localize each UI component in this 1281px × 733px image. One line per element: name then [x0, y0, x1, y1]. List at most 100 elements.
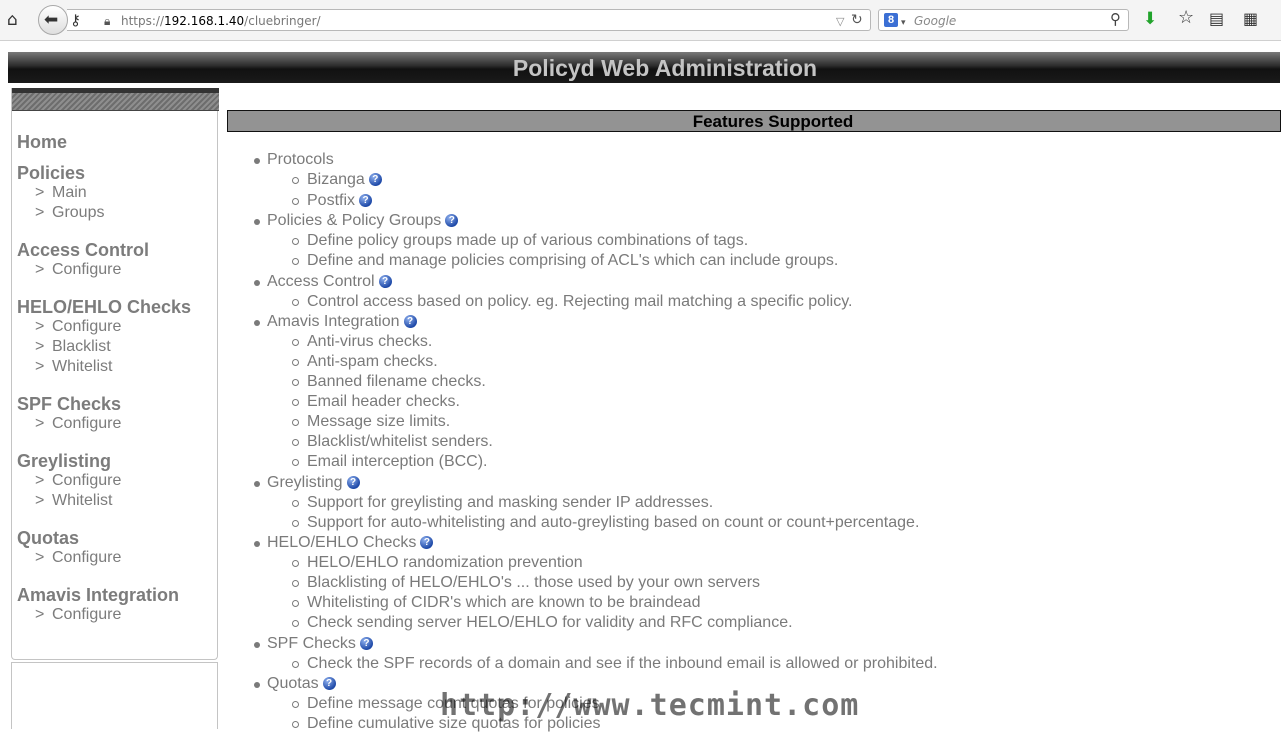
- bullet-dot: [254, 642, 260, 648]
- feature-item: HELO/EHLO randomization prevention: [307, 554, 583, 571]
- download-icon[interactable]: ⬇: [1143, 11, 1157, 28]
- bullet-dot: [254, 541, 260, 547]
- bullet-dot: [254, 682, 260, 688]
- feature-item: Postfix?: [307, 192, 373, 210]
- bullet-dot: [254, 219, 260, 225]
- features-title: Features Supported: [692, 112, 854, 131]
- feature-amavis: Amavis Integration?: [267, 313, 417, 331]
- bullet-circle: [292, 399, 299, 406]
- feature-item: Email interception (BCC).: [307, 453, 488, 470]
- nav-helo-whitelist[interactable]: > Whitelist: [35, 358, 112, 376]
- back-arrow-icon: ⬅: [44, 10, 59, 30]
- nav-quotas[interactable]: Quotas: [17, 528, 79, 549]
- nav-spf-configure[interactable]: > Configure: [35, 415, 121, 433]
- nav-policies-groups[interactable]: > Groups: [35, 204, 104, 222]
- feature-item: Banned filename checks.: [307, 373, 486, 390]
- help-icon[interactable]: ?: [378, 275, 392, 288]
- back-button[interactable]: ⬅: [38, 5, 68, 35]
- url-text[interactable]: https://192.168.1.40/cluebringer/: [121, 14, 321, 28]
- nav-amavis[interactable]: Amavis Integration: [17, 585, 179, 606]
- nav-policies[interactable]: Policies: [17, 163, 85, 184]
- feature-helo-checks: HELO/EHLO Checks?: [267, 534, 434, 552]
- feature-item: Define and manage policies comprising of…: [307, 252, 839, 269]
- feature-greylisting: Greylisting?: [267, 474, 360, 492]
- home-icon[interactable]: ⌂: [7, 12, 18, 29]
- help-icon[interactable]: ?: [346, 476, 360, 489]
- bullet-circle: [292, 177, 299, 184]
- bullet-circle: [292, 721, 299, 728]
- nav-amavis-configure[interactable]: > Configure: [35, 606, 121, 624]
- page-header: Policyd Web Administration: [8, 52, 1280, 83]
- reload-icon[interactable]: ↻: [851, 12, 863, 28]
- search-engine-dropdown-icon[interactable]: ▾: [901, 15, 906, 31]
- nav-policies-main[interactable]: > Main: [35, 184, 87, 202]
- feature-item: Anti-spam checks.: [307, 353, 438, 370]
- nav-access-control-configure[interactable]: > Configure: [35, 261, 121, 279]
- feature-item: Message size limits.: [307, 413, 451, 430]
- bullet-circle: [292, 620, 299, 627]
- features-header-bar: Features Supported: [227, 110, 1281, 132]
- bullet-circle: [292, 500, 299, 507]
- help-icon[interactable]: ?: [359, 637, 373, 650]
- feature-item: Blacklist/whitelist senders.: [307, 433, 493, 450]
- nav-greylisting-configure[interactable]: > Configure: [35, 472, 121, 490]
- key-icon[interactable]: ⚷: [70, 12, 81, 28]
- help-icon[interactable]: ?: [420, 536, 434, 549]
- bullet-circle: [292, 600, 299, 607]
- bullet-circle: [292, 238, 299, 245]
- bullet-circle: [292, 379, 299, 386]
- feature-item: Anti-virus checks.: [307, 333, 433, 350]
- bullet-circle: [292, 258, 299, 265]
- feature-item: Control access based on policy. eg. Reje…: [307, 293, 853, 310]
- nav-greylisting-whitelist[interactable]: > Whitelist: [35, 492, 112, 510]
- nav-access-control[interactable]: Access Control: [17, 240, 149, 261]
- help-icon[interactable]: ?: [368, 173, 382, 186]
- search-icon[interactable]: ⚲: [1110, 11, 1121, 27]
- feature-item: Define policy groups made up of various …: [307, 232, 749, 249]
- feature-item: Whitelisting of CIDR's which are known t…: [307, 594, 701, 611]
- google-icon[interactable]: 8: [884, 13, 898, 27]
- dropdown-icon[interactable]: ▽: [836, 14, 844, 30]
- bullet-circle: [292, 580, 299, 587]
- feature-quotas: Quotas?: [267, 675, 336, 693]
- bullet-dot: [254, 280, 260, 286]
- search-input[interactable]: Google: [914, 14, 956, 28]
- nav-greylisting[interactable]: Greylisting: [17, 451, 111, 472]
- nav-helo-configure[interactable]: > Configure: [35, 318, 121, 336]
- lock-icon[interactable]: 🔒︎: [104, 13, 110, 29]
- help-icon[interactable]: ?: [322, 677, 336, 690]
- feature-item: Support for greylisting and masking send…: [307, 494, 714, 511]
- nav-home[interactable]: Home: [17, 132, 67, 153]
- bullet-circle: [292, 299, 299, 306]
- nav-quotas-configure[interactable]: > Configure: [35, 549, 121, 567]
- help-icon[interactable]: ?: [403, 315, 417, 328]
- feature-protocols: Protocols: [267, 151, 334, 168]
- bullet-circle: [292, 339, 299, 346]
- feature-policies: Policies & Policy Groups?: [267, 212, 459, 230]
- sidebar-header-bar: [12, 88, 219, 111]
- bullet-circle: [292, 520, 299, 527]
- grid-icon[interactable]: ▦: [1243, 11, 1258, 27]
- watermark: http://www.tecmint.com: [440, 688, 860, 723]
- nav-spf-checks[interactable]: SPF Checks: [17, 394, 121, 415]
- nav-helo-blacklist[interactable]: > Blacklist: [35, 338, 111, 356]
- bookmarks-icon[interactable]: ▤: [1209, 11, 1224, 27]
- feature-item: Check the SPF records of a domain and se…: [307, 655, 938, 672]
- bullet-circle: [292, 359, 299, 366]
- feature-access-control: Access Control?: [267, 273, 392, 291]
- bullet-dot: [254, 481, 260, 487]
- bullet-circle: [292, 560, 299, 567]
- star-icon[interactable]: ☆: [1178, 9, 1194, 27]
- feature-item: Blacklisting of HELO/EHLO's ... those us…: [307, 574, 761, 591]
- bullet-circle: [292, 439, 299, 446]
- bullet-circle: [292, 419, 299, 426]
- help-icon[interactable]: ?: [445, 214, 459, 227]
- bullet-circle: [292, 459, 299, 466]
- bullet-circle: [292, 661, 299, 668]
- nav-helo-checks[interactable]: HELO/EHLO Checks: [17, 297, 191, 318]
- help-icon[interactable]: ?: [359, 194, 373, 207]
- page-title: Policyd Web Administration: [512, 55, 818, 81]
- feature-item: Support for auto-whitelisting and auto-g…: [307, 514, 920, 531]
- bullet-circle: [292, 198, 299, 205]
- feature-item: Email header checks.: [307, 393, 460, 410]
